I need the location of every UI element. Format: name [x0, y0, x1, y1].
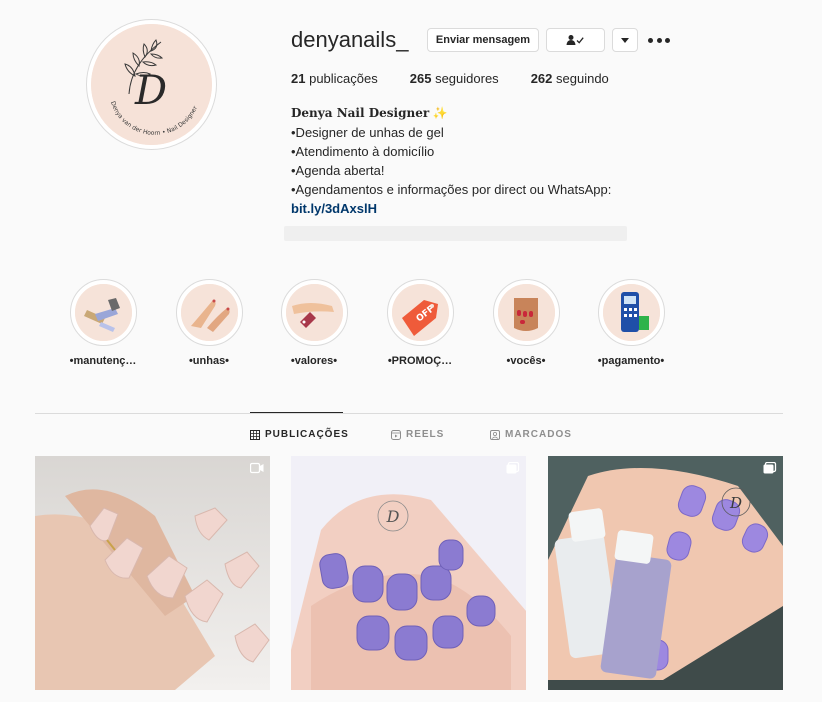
highlight-promocao[interactable]: OFF •PROMOÇ…: [375, 279, 465, 367]
highlight-pagamento[interactable]: •pagamento•: [586, 279, 676, 367]
reels-icon: [391, 429, 401, 440]
dot-icon: [665, 37, 670, 43]
highlight-unhas[interactable]: •unhas•: [164, 279, 254, 367]
followers-stat[interactable]: 265 seguidores: [410, 71, 499, 86]
mutual-followers-placeholder: [284, 226, 627, 241]
bio-line: •Agenda aberta!: [291, 163, 385, 178]
bio-name: Denya Nail Designer: [291, 106, 430, 120]
caret-down-icon: [621, 37, 629, 43]
tabs-divider: [35, 413, 783, 414]
post-thumbnail[interactable]: D: [291, 456, 526, 690]
profile-username: denyanails_: [291, 27, 409, 52]
options-more-button[interactable]: [648, 30, 670, 50]
post-thumbnail[interactable]: [35, 456, 270, 690]
nail-drill-icon: [74, 284, 132, 341]
svg-text:D: D: [386, 507, 400, 526]
svg-text:D: D: [729, 494, 742, 512]
profile-bio: Denya Nail Designer ✨ •Designer de unhas…: [291, 103, 631, 218]
grid-icon: [250, 429, 260, 440]
following-stat[interactable]: 262 seguindo: [531, 71, 609, 86]
highlight-label: •pagamento•: [597, 355, 665, 367]
active-tab-indicator: [250, 412, 343, 413]
card-machine-icon: [602, 284, 660, 341]
video-icon: [250, 462, 264, 474]
bio-line: •Agendamentos e informações por direct o…: [291, 182, 612, 197]
discount-tag-icon: OFF: [391, 284, 449, 341]
avatar-letter: D: [134, 68, 167, 114]
fist-nails-icon: [497, 284, 555, 341]
following-button[interactable]: [546, 28, 605, 52]
dot-icon: [648, 37, 653, 43]
tab-reels[interactable]: REELS: [391, 429, 444, 440]
carousel-icon: [763, 462, 777, 474]
avatar-image: D Denya van der Hoorn • Nail Designer: [91, 24, 212, 145]
send-message-button[interactable]: Enviar mensagem: [427, 28, 539, 52]
profile-stats: 21 publicações 265 seguidores 262 seguin…: [291, 71, 641, 86]
purple-nails-photo: D: [291, 456, 526, 690]
tab-tagged[interactable]: MARCADOS: [490, 429, 572, 440]
bio-line: •Atendimento à domicílio: [291, 144, 435, 159]
highlight-label: •valores•: [290, 355, 338, 367]
highlight-label: •unhas•: [188, 355, 230, 367]
highlight-valores[interactable]: •valores•: [269, 279, 359, 367]
tab-label: REELS: [406, 429, 445, 440]
tab-label: MARCADOS: [505, 429, 572, 440]
price-tag-hand-icon: [285, 284, 343, 341]
tab-posts[interactable]: PUBLICAÇÕES: [250, 429, 349, 440]
suggestions-dropdown-button[interactable]: [612, 28, 638, 52]
highlight-voces[interactable]: •vocês•: [481, 279, 571, 367]
hands-icon: [180, 284, 238, 341]
bio-line: •Designer de unhas de gel: [291, 125, 444, 140]
posts-stat: 21 publicações: [291, 71, 378, 86]
highlight-label: •manutenç…: [69, 355, 137, 367]
purple-nails-polish-photo: D: [548, 456, 783, 690]
highlight-manutencao[interactable]: •manutenç…: [58, 279, 148, 367]
bio-link[interactable]: bit.ly/3dAxslH: [291, 199, 631, 218]
nude-nails-photo: [35, 456, 270, 690]
profile-avatar[interactable]: D Denya van der Hoorn • Nail Designer: [86, 19, 217, 150]
post-thumbnail[interactable]: D: [548, 456, 783, 690]
profile-page: D Denya van der Hoorn • Nail Designer de…: [0, 0, 822, 702]
person-check-icon: [566, 35, 584, 45]
tagged-icon: [490, 429, 500, 440]
carousel-icon: [506, 462, 520, 474]
sparkle-icon: ✨: [432, 106, 448, 120]
tab-label: PUBLICAÇÕES: [265, 429, 349, 440]
highlight-label: •PROMOÇ…: [387, 355, 453, 367]
dot-icon: [656, 37, 662, 43]
highlight-label: •vocês•: [506, 355, 546, 367]
